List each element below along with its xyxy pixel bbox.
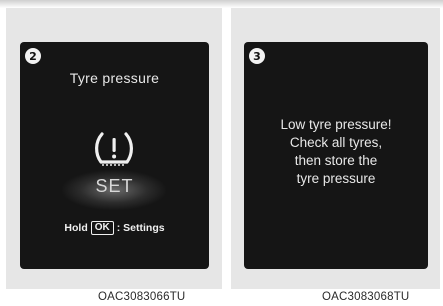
message-line: then store the [294, 153, 378, 168]
message-line: Low tyre pressure! [280, 117, 392, 132]
figure-code-caption: OAC3083066TU [98, 291, 186, 303]
hold-text: Hold [64, 222, 88, 234]
hold-ok-hint: Hold OK : Settings [20, 221, 209, 235]
settings-text: : Settings [116, 222, 165, 234]
screen-title: Tyre pressure [69, 70, 160, 86]
set-label: SET [95, 176, 134, 196]
message-line: tyre pressure [296, 171, 376, 186]
message-line: Check all tyres, [289, 135, 383, 150]
top-edge-strip [0, 0, 443, 8]
ok-key-icon: OK [90, 221, 114, 235]
tpms-warning-icon [95, 132, 133, 166]
step-badge: 3 [249, 48, 265, 64]
cluster-display-screen: 3 Low tyre pressure! Check all tyres, th… [244, 42, 428, 269]
step-badge: 2 [25, 48, 41, 64]
warning-message: Low tyre pressure! Check all tyres, then… [244, 116, 428, 188]
figure-code-caption: OAC3083068TU [322, 291, 410, 303]
cluster-display-screen: 2 Tyre pressure SET Hold OK : Settings [20, 42, 209, 269]
panel-tyre-pressure-setting: 2 Tyre pressure SET Hold OK : Settings [6, 8, 222, 289]
panel-low-tyre-pressure: 3 Low tyre pressure! Check all tyres, th… [231, 8, 440, 289]
